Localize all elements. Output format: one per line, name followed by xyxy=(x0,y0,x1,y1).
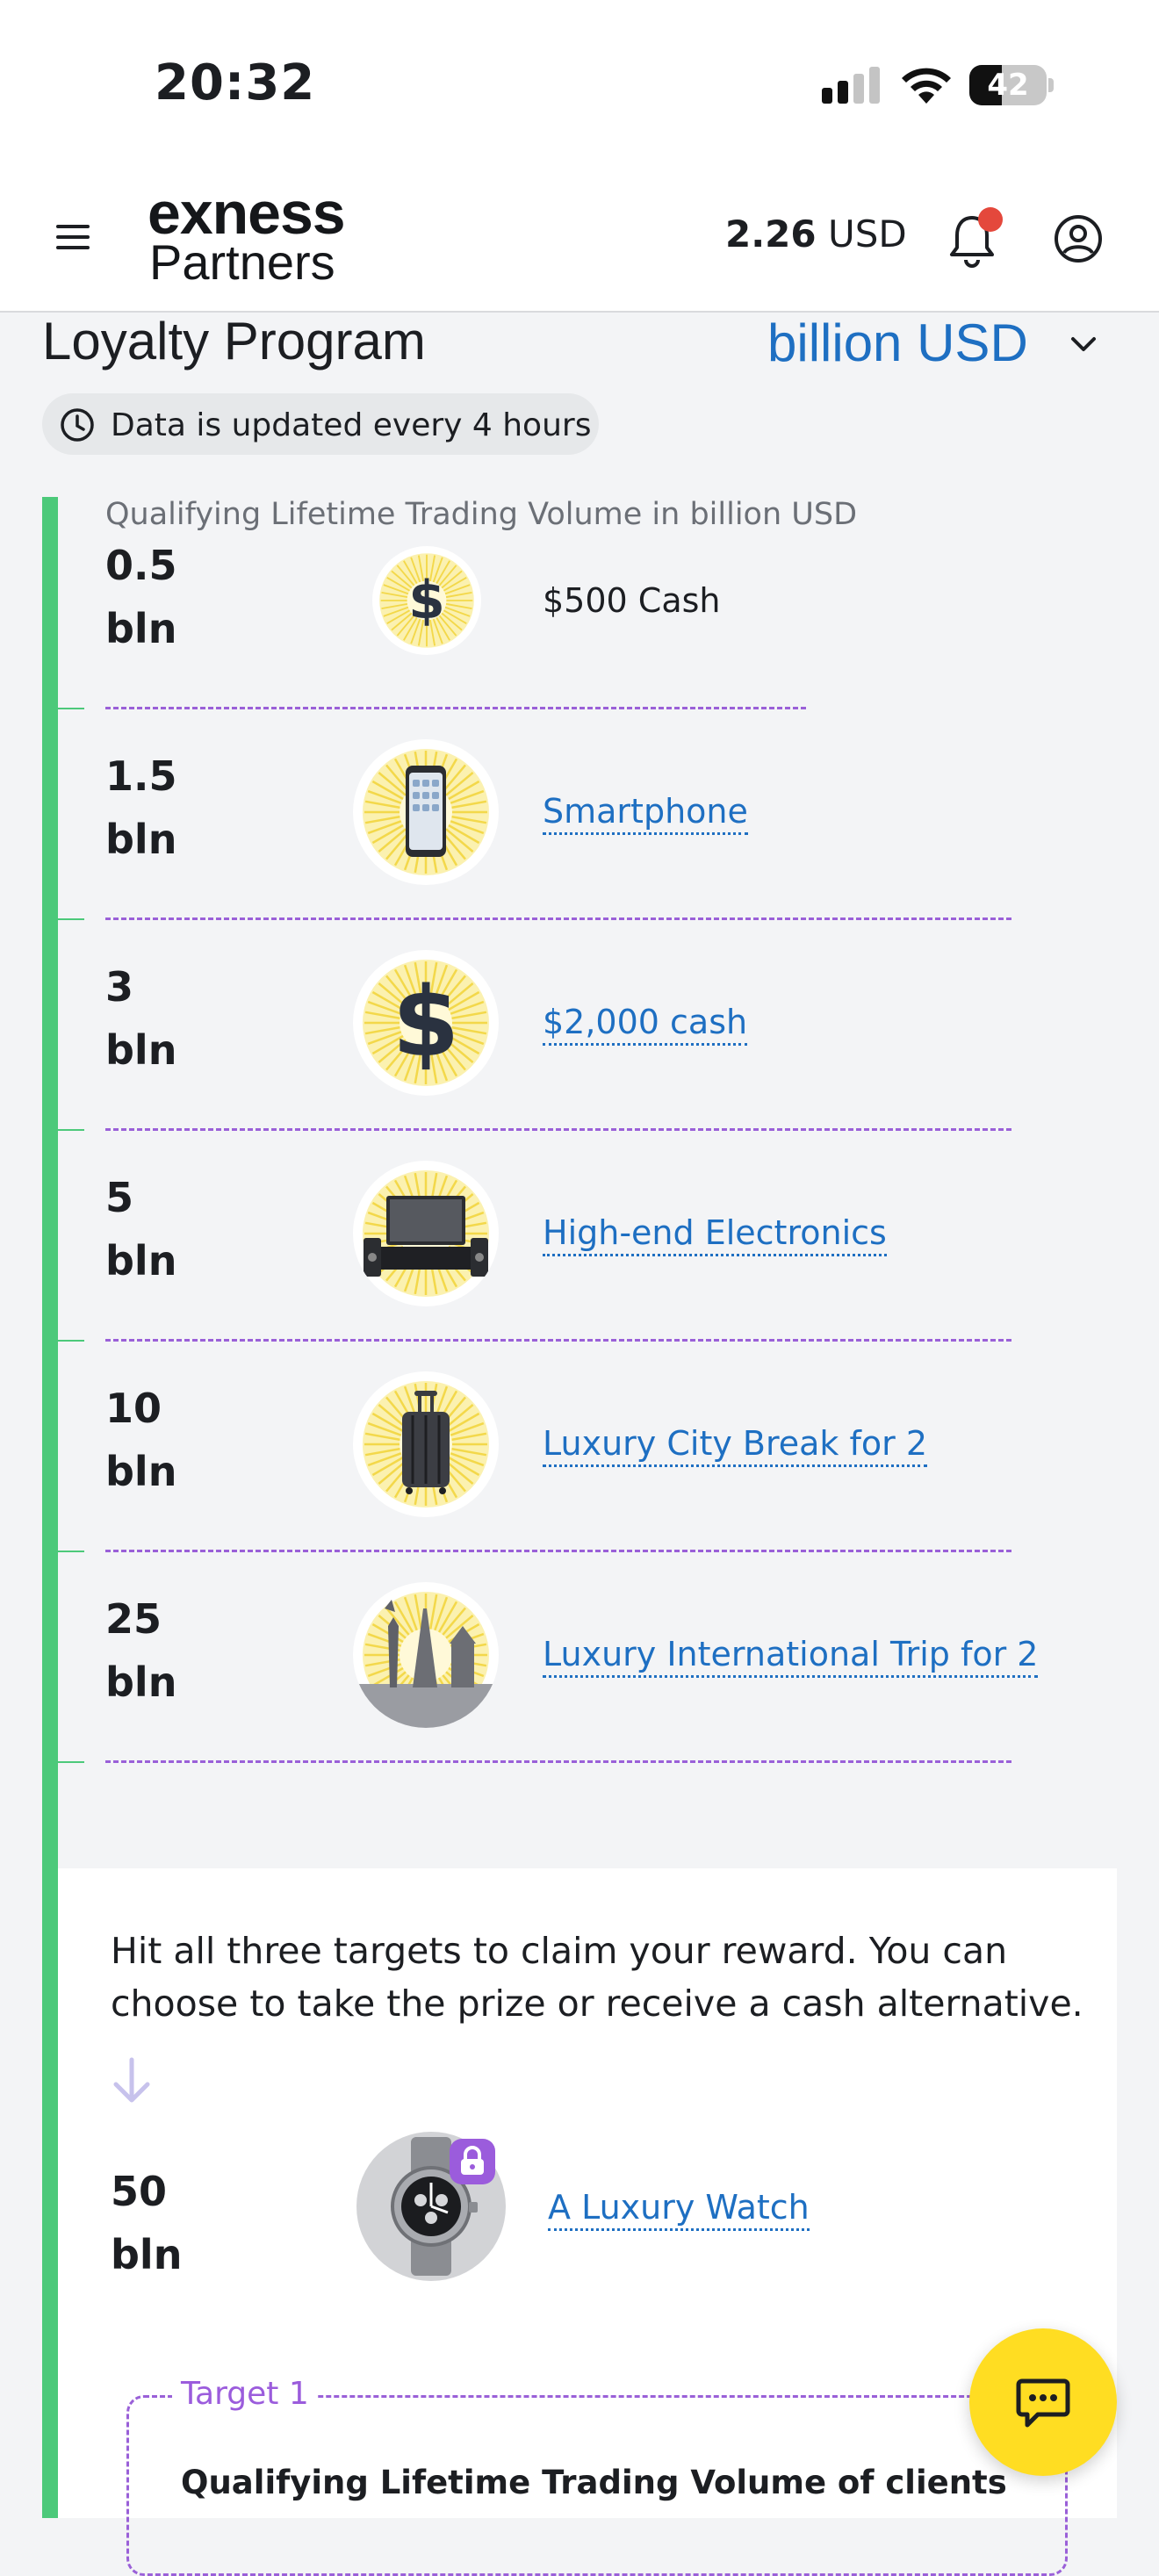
chat-icon xyxy=(1016,2378,1070,2428)
timeline-tick xyxy=(58,1761,84,1763)
balance-currency: USD xyxy=(828,212,907,255)
page-title: Loyalty Program xyxy=(42,312,426,371)
tier-volume: 5 bln xyxy=(105,1174,177,1284)
smartphone-icon xyxy=(353,739,499,885)
landmarks-icon xyxy=(353,1582,499,1728)
tier-row: 1.5 bln Smartphone xyxy=(0,708,1159,920)
chevron-down-icon[interactable] xyxy=(1066,327,1101,362)
wifi-icon xyxy=(902,68,951,104)
hamburger-menu-button[interactable] xyxy=(49,216,97,258)
final-reward-description: Hit all three targets to claim your rewa… xyxy=(111,1930,1083,2025)
account-icon[interactable] xyxy=(1054,214,1103,263)
dollar-icon: $ xyxy=(353,950,499,1096)
tier-volume: 10 bln xyxy=(105,1385,177,1495)
status-bar: 20:32 42 xyxy=(0,0,1159,167)
arrow-down-icon xyxy=(113,2057,150,2103)
clock-icon xyxy=(61,408,94,442)
status-time: 20:32 xyxy=(155,54,316,112)
notification-dot xyxy=(978,207,1003,232)
tier-row: 3 bln $ $2,000 cash xyxy=(0,918,1159,1131)
tier-reward-link[interactable]: Luxury City Break for 2 xyxy=(543,1424,928,1467)
chat-button[interactable] xyxy=(969,2328,1117,2476)
tier-row: 25 bln Luxury International Trip for 2 xyxy=(0,1551,1159,1763)
tier-reward-link[interactable]: Luxury International Trip for 2 xyxy=(543,1635,1039,1678)
tv-icon xyxy=(353,1161,499,1306)
tier-volume: 1.5 bln xyxy=(105,752,177,863)
tier-volume: 0.5 bln xyxy=(105,542,177,652)
battery-icon: 42 xyxy=(969,65,1054,105)
update-note: Data is updated every 4 hours xyxy=(111,407,592,443)
app-header: exness Partners 2.26 USD xyxy=(0,167,1159,313)
tier-reward-link[interactable]: Smartphone xyxy=(543,792,748,835)
target-title: Qualifying Lifetime Trading Volume of cl… xyxy=(181,2464,1007,2501)
cellular-signal-icon xyxy=(822,67,880,104)
tier-divider xyxy=(105,1760,1011,1763)
final-reward-link[interactable]: A Luxury Watch xyxy=(548,2188,810,2231)
update-badge: Data is updated every 4 hours xyxy=(42,393,599,455)
balance-amount: 2.26 xyxy=(725,212,817,255)
tier-row: 0.5 bln $ $500 Cash xyxy=(0,497,1159,709)
notifications-button[interactable] xyxy=(943,207,1003,269)
unit-selector[interactable]: billion USD xyxy=(767,313,1028,373)
tier-volume: 3 bln xyxy=(105,963,177,1074)
balance-display[interactable]: 2.26 USD xyxy=(725,212,907,255)
final-volume: 50 bln xyxy=(111,2168,183,2278)
target-label: Target 1 xyxy=(172,2376,318,2412)
dollar-icon: $ xyxy=(372,546,481,655)
lock-icon xyxy=(450,2139,495,2184)
tier-reward-label: $500 Cash xyxy=(543,581,721,620)
tier-row: 5 bln High-end Electronics xyxy=(0,1129,1159,1342)
svg-text:$: $ xyxy=(392,966,460,1078)
logo-partners: Partners xyxy=(149,234,335,290)
suitcase-icon xyxy=(353,1371,499,1517)
svg-text:$: $ xyxy=(408,571,445,631)
tier-reward-link[interactable]: $2,000 cash xyxy=(543,1003,748,1046)
battery-level: 42 xyxy=(987,68,1029,103)
tier-reward-link[interactable]: High-end Electronics xyxy=(543,1213,887,1256)
tier-volume: 25 bln xyxy=(105,1595,177,1706)
tier-row: 10 bln Luxury City Break for 2 xyxy=(0,1340,1159,1552)
